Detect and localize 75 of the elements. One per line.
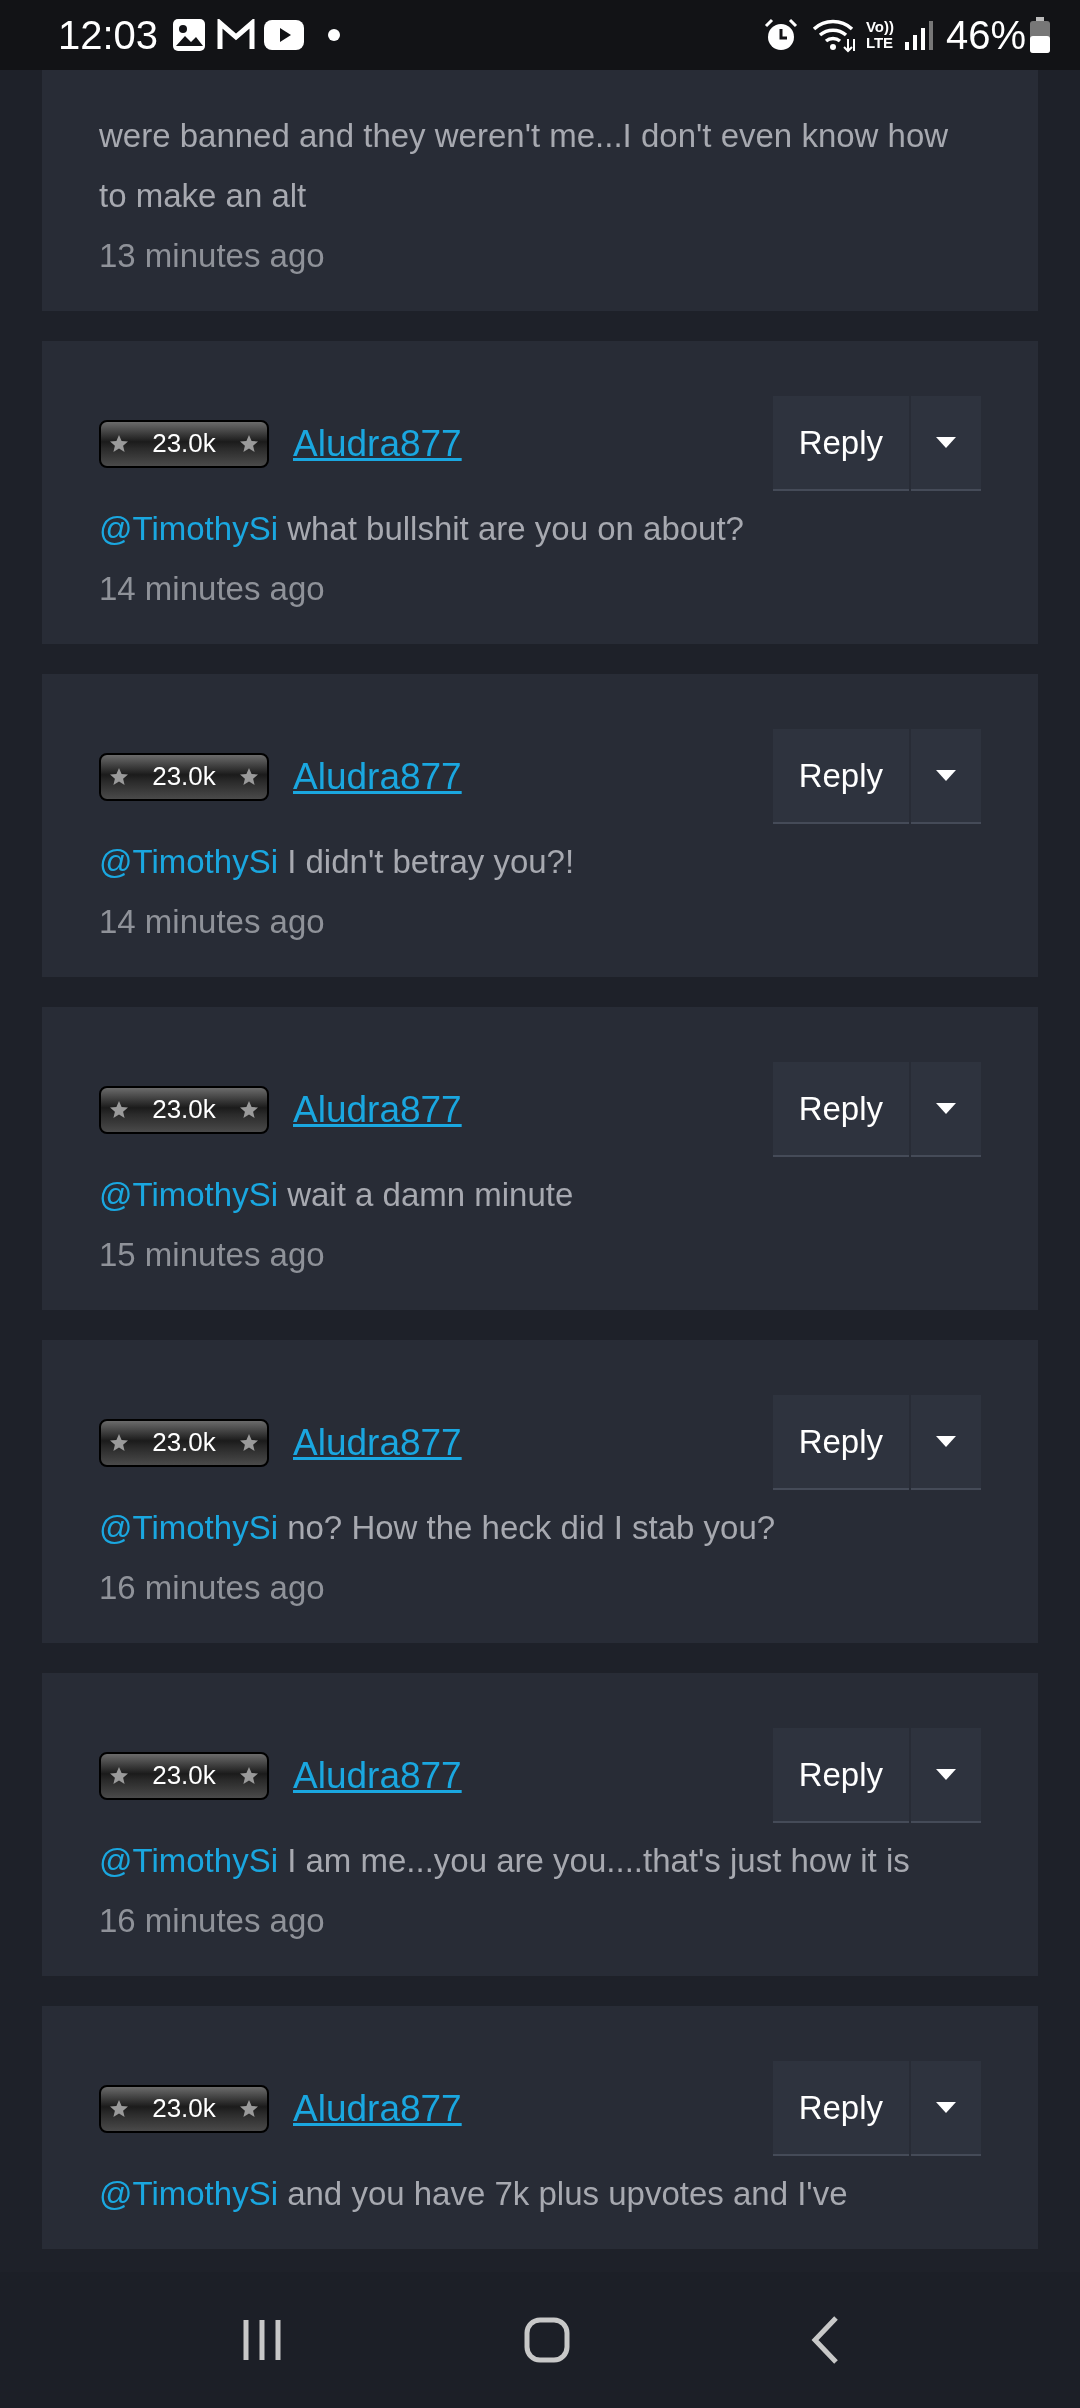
- star-icon: [239, 1432, 259, 1453]
- caret-icon: [936, 1769, 956, 1780]
- badge-score: 23.0k: [152, 1093, 216, 1126]
- comment-time: 16 minutes ago: [99, 1901, 326, 1941]
- battery-percent: 46%: [945, 12, 1026, 59]
- comment-time: 16 minutes ago: [99, 1568, 326, 1608]
- reply-button[interactable]: Reply: [772, 1062, 909, 1157]
- dropdown-button[interactable]: [911, 2061, 981, 2156]
- badge-score: 23.0k: [152, 760, 216, 793]
- dropdown-button[interactable]: [911, 1062, 981, 1157]
- mention-link[interactable]: @TimothySi: [99, 1176, 278, 1213]
- dropdown-button[interactable]: [911, 1728, 981, 1823]
- comment-text: @TimothySi what bullshit are you on about?: [99, 509, 745, 549]
- star-icon: [109, 766, 129, 787]
- star-icon: [239, 2098, 259, 2119]
- dot-icon: [328, 29, 341, 41]
- caret-icon: [936, 770, 956, 781]
- caret-icon: [936, 1436, 956, 1447]
- reply-button[interactable]: Reply: [772, 1395, 909, 1490]
- star-icon: [109, 2098, 129, 2119]
- comment-time: 15 minutes ago: [99, 1235, 326, 1275]
- badge-score: 23.0k: [152, 427, 216, 460]
- caret-icon: [936, 437, 956, 448]
- badge-score: 23.0k: [152, 1426, 216, 1459]
- username-link[interactable]: Aludra877: [293, 1081, 462, 1138]
- dropdown-button[interactable]: [911, 729, 981, 824]
- mention-link[interactable]: @TimothySi: [99, 843, 278, 880]
- comment-text: @TimothySi no? How the heck did I stab you?: [99, 1508, 777, 1548]
- caret-icon: [936, 1103, 956, 1114]
- mention-link[interactable]: @TimothySi: [99, 1842, 278, 1879]
- reply-button[interactable]: Reply: [772, 396, 909, 491]
- star-icon: [239, 1765, 259, 1786]
- reply-button[interactable]: Reply: [772, 2061, 909, 2156]
- star-icon: [239, 1099, 259, 1120]
- play-icon: [264, 20, 305, 50]
- reply-button[interactable]: Reply: [772, 1728, 909, 1823]
- network-label: Vo)): [865, 19, 894, 35]
- username-link[interactable]: Aludra877: [293, 415, 462, 472]
- username-link[interactable]: Aludra877: [293, 1414, 462, 1471]
- star-icon: [109, 433, 129, 454]
- signal-icon: [903, 20, 934, 50]
- mention-link[interactable]: @TimothySi: [99, 510, 278, 547]
- image-icon: [172, 18, 207, 52]
- comment-time: 14 minutes ago: [99, 569, 326, 609]
- star-icon: [109, 1099, 129, 1120]
- badge-score: 23.0k: [152, 1759, 216, 1792]
- mention-link[interactable]: @TimothySi: [99, 2175, 278, 2212]
- comment-text: @TimothySi and you have 7k plus upvotes and I've: [99, 2174, 849, 2214]
- comment-time: 13 minutes ago: [99, 236, 326, 276]
- username-link[interactable]: Aludra877: [293, 1747, 462, 1804]
- username-link[interactable]: Aludra877: [293, 2080, 462, 2137]
- dropdown-button[interactable]: [911, 396, 981, 491]
- star-icon: [109, 1765, 129, 1786]
- comment-time: 14 minutes ago: [99, 902, 326, 942]
- battery-icon: [1030, 17, 1050, 53]
- star-icon: [239, 433, 259, 454]
- wifi-icon: [811, 17, 858, 53]
- network-label: LTE: [865, 35, 894, 51]
- star-icon: [239, 766, 259, 787]
- clock-time: 12:03: [58, 12, 159, 59]
- mention-link[interactable]: @TimothySi: [99, 1509, 278, 1546]
- reply-button[interactable]: Reply: [772, 729, 909, 824]
- comment-text: @TimothySi wait a damn minute: [99, 1175, 575, 1215]
- back-icon[interactable]: [810, 2315, 840, 2365]
- dropdown-button[interactable]: [911, 1395, 981, 1490]
- mail-icon: [216, 19, 257, 51]
- home-icon[interactable]: [524, 2317, 570, 2363]
- comment-text: @TimothySi I am me...you are you....that's just how it is: [99, 1841, 911, 1881]
- username-link[interactable]: Aludra877: [293, 748, 462, 805]
- star-icon: [109, 1432, 129, 1453]
- comment-text: were banned and they weren't me...I don't even know how to make an alt: [99, 116, 950, 216]
- badge-score: 23.0k: [152, 2092, 216, 2125]
- comment-text: @TimothySi I didn't betray you?!: [99, 842, 576, 882]
- caret-icon: [936, 2102, 956, 2113]
- alarm-icon: [763, 18, 798, 52]
